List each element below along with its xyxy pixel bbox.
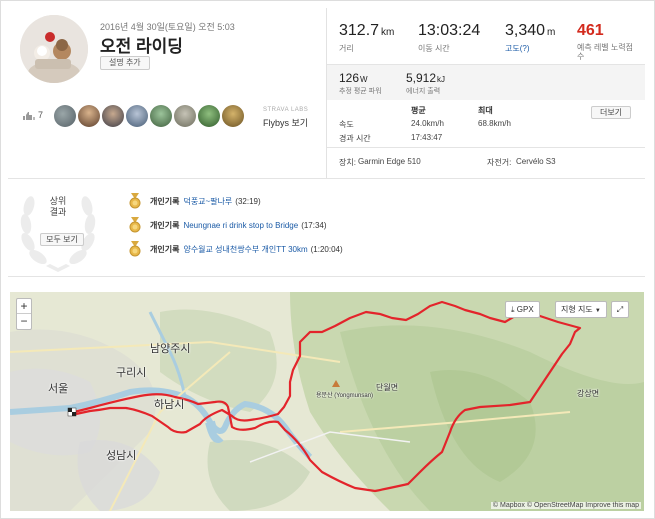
power-value: 126W — [339, 71, 368, 85]
athlete-avatar[interactable] — [54, 105, 76, 127]
pr-label: 개인기록 — [150, 196, 180, 206]
map-label-gangsang: 강상면 — [577, 389, 600, 398]
route-map[interactable]: + − ⤓ GPX 지형 지도 ▼ ⤢ 남양주시 구리시 서울 하남시 성남시 … — [10, 292, 644, 511]
col-max-header: 최대 — [478, 106, 493, 115]
pr-row: 개인기록 Neungnae ri drink stop to Bridge (1… — [128, 217, 327, 233]
flybys-link[interactable]: Flybys 보기 — [263, 116, 308, 129]
athlete-avatar[interactable] — [78, 105, 100, 127]
divider — [327, 147, 645, 148]
pr-row: 개인기록 양수월교 성내천쌍수부 개인TT 30km (1:20:04) — [128, 241, 343, 257]
strava-labs-label: STRAVA LABS — [263, 107, 309, 113]
divider — [8, 178, 645, 179]
start-finish-icon — [67, 407, 77, 417]
kudos-athletes — [54, 105, 244, 127]
pr-time: (17:34) — [301, 220, 327, 230]
athlete-avatar[interactable] — [126, 105, 148, 127]
expand-icon: ⤢ — [616, 305, 624, 314]
athlete-avatar[interactable] — [20, 15, 88, 83]
map-label-danwol: 단월면 — [376, 383, 399, 392]
pr-time: (32:19) — [235, 196, 261, 206]
power-label: 추정 평균 파워 — [339, 88, 382, 95]
map-label-yongmunsan: 용문산 (Yongmunsan) — [316, 393, 374, 399]
gpx-label: GPX — [516, 305, 534, 314]
elevation-help-link[interactable]: 고도(?) — [505, 43, 530, 54]
map-type-dropdown[interactable]: 지형 지도 ▼ — [555, 301, 607, 318]
pr-row: 개인기록 덕풍교~팔나루 (32:19) — [128, 193, 261, 209]
map-label-seongnam: 성남시 — [106, 450, 137, 462]
moving-time-label: 이동 시간 — [418, 44, 450, 53]
athlete-avatar[interactable] — [222, 105, 244, 127]
map-label-seoul: 서울 — [48, 383, 69, 395]
fullscreen-button[interactable]: ⤢ — [611, 301, 629, 318]
divider — [8, 276, 645, 277]
download-icon: ⤓ — [511, 305, 515, 314]
athlete-avatar[interactable] — [198, 105, 220, 127]
distance-value: 312.7 km — [339, 22, 395, 39]
speed-label: 속도 — [339, 120, 354, 129]
bike-value: Cervélo S3 — [516, 157, 556, 166]
add-description-button[interactable]: 설명 추가 — [100, 56, 150, 70]
segment-link[interactable]: 덕풍교~팔나루 — [183, 196, 232, 207]
speed-avg: 24.0km/h — [411, 119, 444, 128]
pr-label: 개인기록 — [150, 220, 180, 230]
effort-value: 461 — [577, 22, 604, 39]
top-results-title: 상위 결과 — [49, 196, 67, 217]
kudos-count[interactable]: 7 — [38, 110, 43, 120]
view-all-button[interactable]: 모두 보기 — [40, 233, 84, 246]
map-type-label: 지형 지도 — [561, 305, 593, 314]
map-canvas[interactable] — [10, 292, 644, 511]
map-label-namyangju: 남양주시 — [150, 343, 191, 355]
chevron-down-icon: ▼ — [594, 308, 601, 314]
pr-medal-icon — [129, 241, 141, 257]
effort-label: 예측 레벨 노력점수 — [577, 43, 633, 61]
energy-value: 5,912kJ — [406, 71, 446, 85]
athlete-avatar[interactable] — [150, 105, 172, 127]
more-button[interactable]: 더보기 — [591, 106, 631, 119]
device-label: 장치: — [339, 158, 356, 167]
distance-label: 거리 — [339, 44, 354, 53]
map-label-hanam: 하남시 — [154, 399, 185, 411]
zoom-in-button[interactable]: + — [17, 299, 31, 314]
zoom-out-button[interactable]: − — [17, 314, 31, 329]
pr-medal-icon — [129, 193, 141, 209]
elevation-value: 3,340 m — [505, 22, 556, 39]
moving-time-value: 13:03:24 — [418, 22, 481, 39]
pr-medal-icon — [129, 217, 141, 233]
gpx-download-button[interactable]: ⤓ GPX — [505, 301, 540, 318]
device-link[interactable]: Garmin Edge 510 — [358, 157, 421, 166]
elapsed-value: 17:43:47 — [411, 133, 443, 142]
segment-link[interactable]: Neungnae ri drink stop to Bridge — [183, 221, 298, 230]
col-avg-header: 평균 — [411, 106, 426, 115]
pr-label: 개인기록 — [150, 244, 180, 254]
energy-label: 에너지 출력 — [406, 88, 441, 95]
zoom-control: + − — [16, 298, 32, 330]
map-label-guri: 구리시 — [116, 367, 147, 379]
segment-link[interactable]: 양수월교 성내천쌍수부 개인TT 30km — [183, 244, 307, 255]
speed-max: 68.8km/h — [478, 119, 511, 128]
kudos-icon — [23, 112, 35, 120]
pr-time: (1:20:04) — [310, 244, 343, 254]
activity-title[interactable]: 오전 라이딩 — [100, 32, 183, 57]
bike-label: 자전거: — [487, 158, 512, 167]
map-attribution[interactable]: © Mapbox © OpenStreetMap Improve this ma… — [490, 502, 641, 509]
athlete-avatar[interactable] — [174, 105, 196, 127]
athlete-avatar[interactable] — [102, 105, 124, 127]
elapsed-label: 경과 시간 — [339, 134, 371, 143]
